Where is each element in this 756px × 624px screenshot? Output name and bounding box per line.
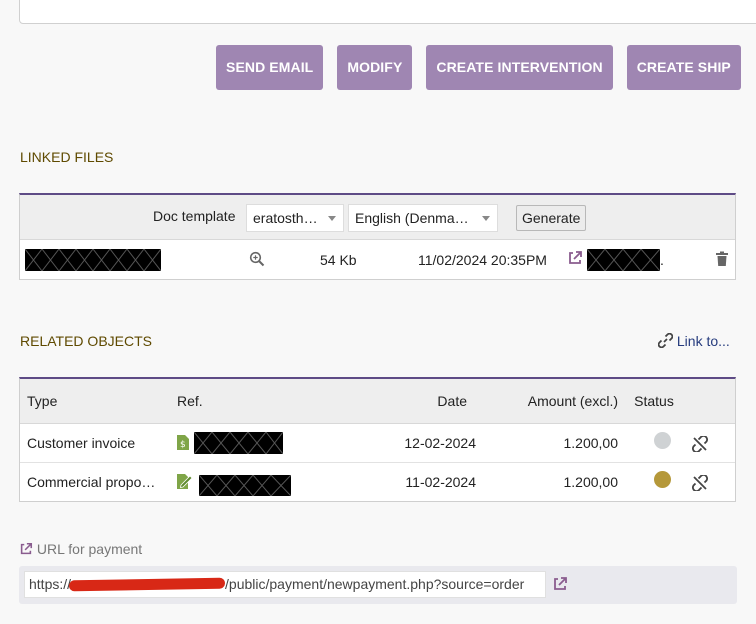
row-actions: [688, 461, 735, 501]
payment-url-label-text: URL for payment: [36, 541, 143, 557]
invoice-file-icon[interactable]: $: [177, 434, 189, 450]
row-type: Commercial propo…: [20, 461, 170, 501]
doc-template-label: Doc template: [153, 208, 236, 224]
action-buttons: SEND EMAIL MODIFY CREATE INTERVENTION CREAT…: [216, 45, 755, 90]
redacted-domain: [68, 577, 226, 592]
create-intervention-button[interactable]: CREATE INTERVENTION: [426, 45, 613, 90]
link-icon: [657, 332, 674, 349]
chevron-down-icon: [482, 216, 490, 221]
column-header-ref: Ref.: [170, 379, 330, 424]
row-status: [620, 423, 688, 462]
row-date: 11-02-2024: [330, 461, 476, 501]
link-to-button[interactable]: Link to...: [657, 332, 730, 349]
redacted-ref[interactable]: [199, 474, 291, 496]
row-ref: $: [170, 423, 330, 462]
external-link-icon[interactable]: [567, 250, 583, 266]
doc-template-value: eratosth…: [253, 210, 318, 226]
external-link-icon[interactable]: [552, 576, 568, 592]
send-email-button[interactable]: SEND EMAIL: [216, 45, 324, 90]
column-header-status: Status: [620, 379, 688, 424]
linked-files-title: LINKED FILES: [20, 149, 114, 165]
row-amount: 1.200,00: [563, 434, 619, 451]
table-header: Type Ref. Date Amount (excl.) Status: [20, 379, 735, 424]
zoom-icon[interactable]: [249, 251, 265, 267]
url-suffix: /public/payment/newpayment.php?source=or…: [225, 576, 525, 592]
language-value: English (Denma…: [355, 210, 469, 226]
external-link-icon: [20, 542, 33, 555]
column-header-date: Date: [330, 379, 467, 424]
table-row: Commercial propo… 11-02-2024 1.200,00: [20, 461, 735, 501]
top-text-area[interactable]: [19, 0, 756, 24]
row-status: [620, 461, 688, 501]
related-objects-table: Type Ref. Date Amount (excl.) Status Cus…: [20, 379, 735, 501]
payment-url-field[interactable]: https:// /public/payment/newpayment.php?s…: [24, 571, 546, 598]
url-prefix: https://: [29, 576, 72, 592]
payment-url-container: https:// /public/payment/newpayment.php?s…: [19, 566, 737, 604]
related-objects-title: RELATED OBJECTS: [20, 333, 152, 349]
files-header: Doc template eratosth… English (Denma… G…: [20, 195, 735, 240]
generate-button[interactable]: Generate: [516, 205, 587, 231]
trash-icon[interactable]: [715, 251, 729, 267]
column-header-amount: Amount (excl.): [460, 379, 620, 424]
file-row: 54 Kb 11/02/2024 20:35PM .: [20, 240, 735, 279]
column-header-actions: [688, 379, 735, 424]
payment-url-label: URL for payment: [19, 541, 142, 557]
modify-button[interactable]: MODIFY: [337, 45, 413, 90]
redacted-ref[interactable]: [194, 431, 283, 454]
chevron-down-icon: [328, 216, 336, 221]
link-to-label: Link to...: [676, 333, 730, 349]
redacted-link: [587, 249, 660, 271]
create-shipment-button[interactable]: CREATE SHIP: [626, 45, 741, 90]
related-objects-panel: Type Ref. Date Amount (excl.) Status Cus…: [19, 377, 736, 502]
unlink-icon[interactable]: [692, 435, 708, 452]
status-dot: [654, 431, 671, 449]
link-suffix: .: [660, 252, 664, 268]
redacted-filename: [25, 249, 161, 271]
proposal-file-icon[interactable]: [177, 473, 192, 489]
file-size: 54 Kb: [320, 252, 357, 268]
language-select[interactable]: English (Denma…: [348, 204, 498, 232]
row-ref: [170, 461, 330, 501]
table-row: Customer invoice $ 12-02-2024 1.200,00: [20, 423, 735, 462]
row-date: 12-02-2024: [404, 434, 476, 451]
linked-files-panel: Doc template eratosth… English (Denma… G…: [19, 193, 736, 280]
svg-text:$: $: [180, 440, 186, 450]
file-date: 11/02/2024 20:35PM: [418, 252, 547, 268]
column-header-type: Type: [20, 379, 170, 424]
unlink-icon[interactable]: [692, 474, 708, 491]
row-type: Customer invoice: [27, 434, 136, 451]
status-dot: [654, 470, 671, 488]
doc-template-select[interactable]: eratosth…: [246, 204, 344, 232]
row-amount: 1.200,00: [460, 461, 620, 501]
row-actions: [688, 423, 735, 462]
